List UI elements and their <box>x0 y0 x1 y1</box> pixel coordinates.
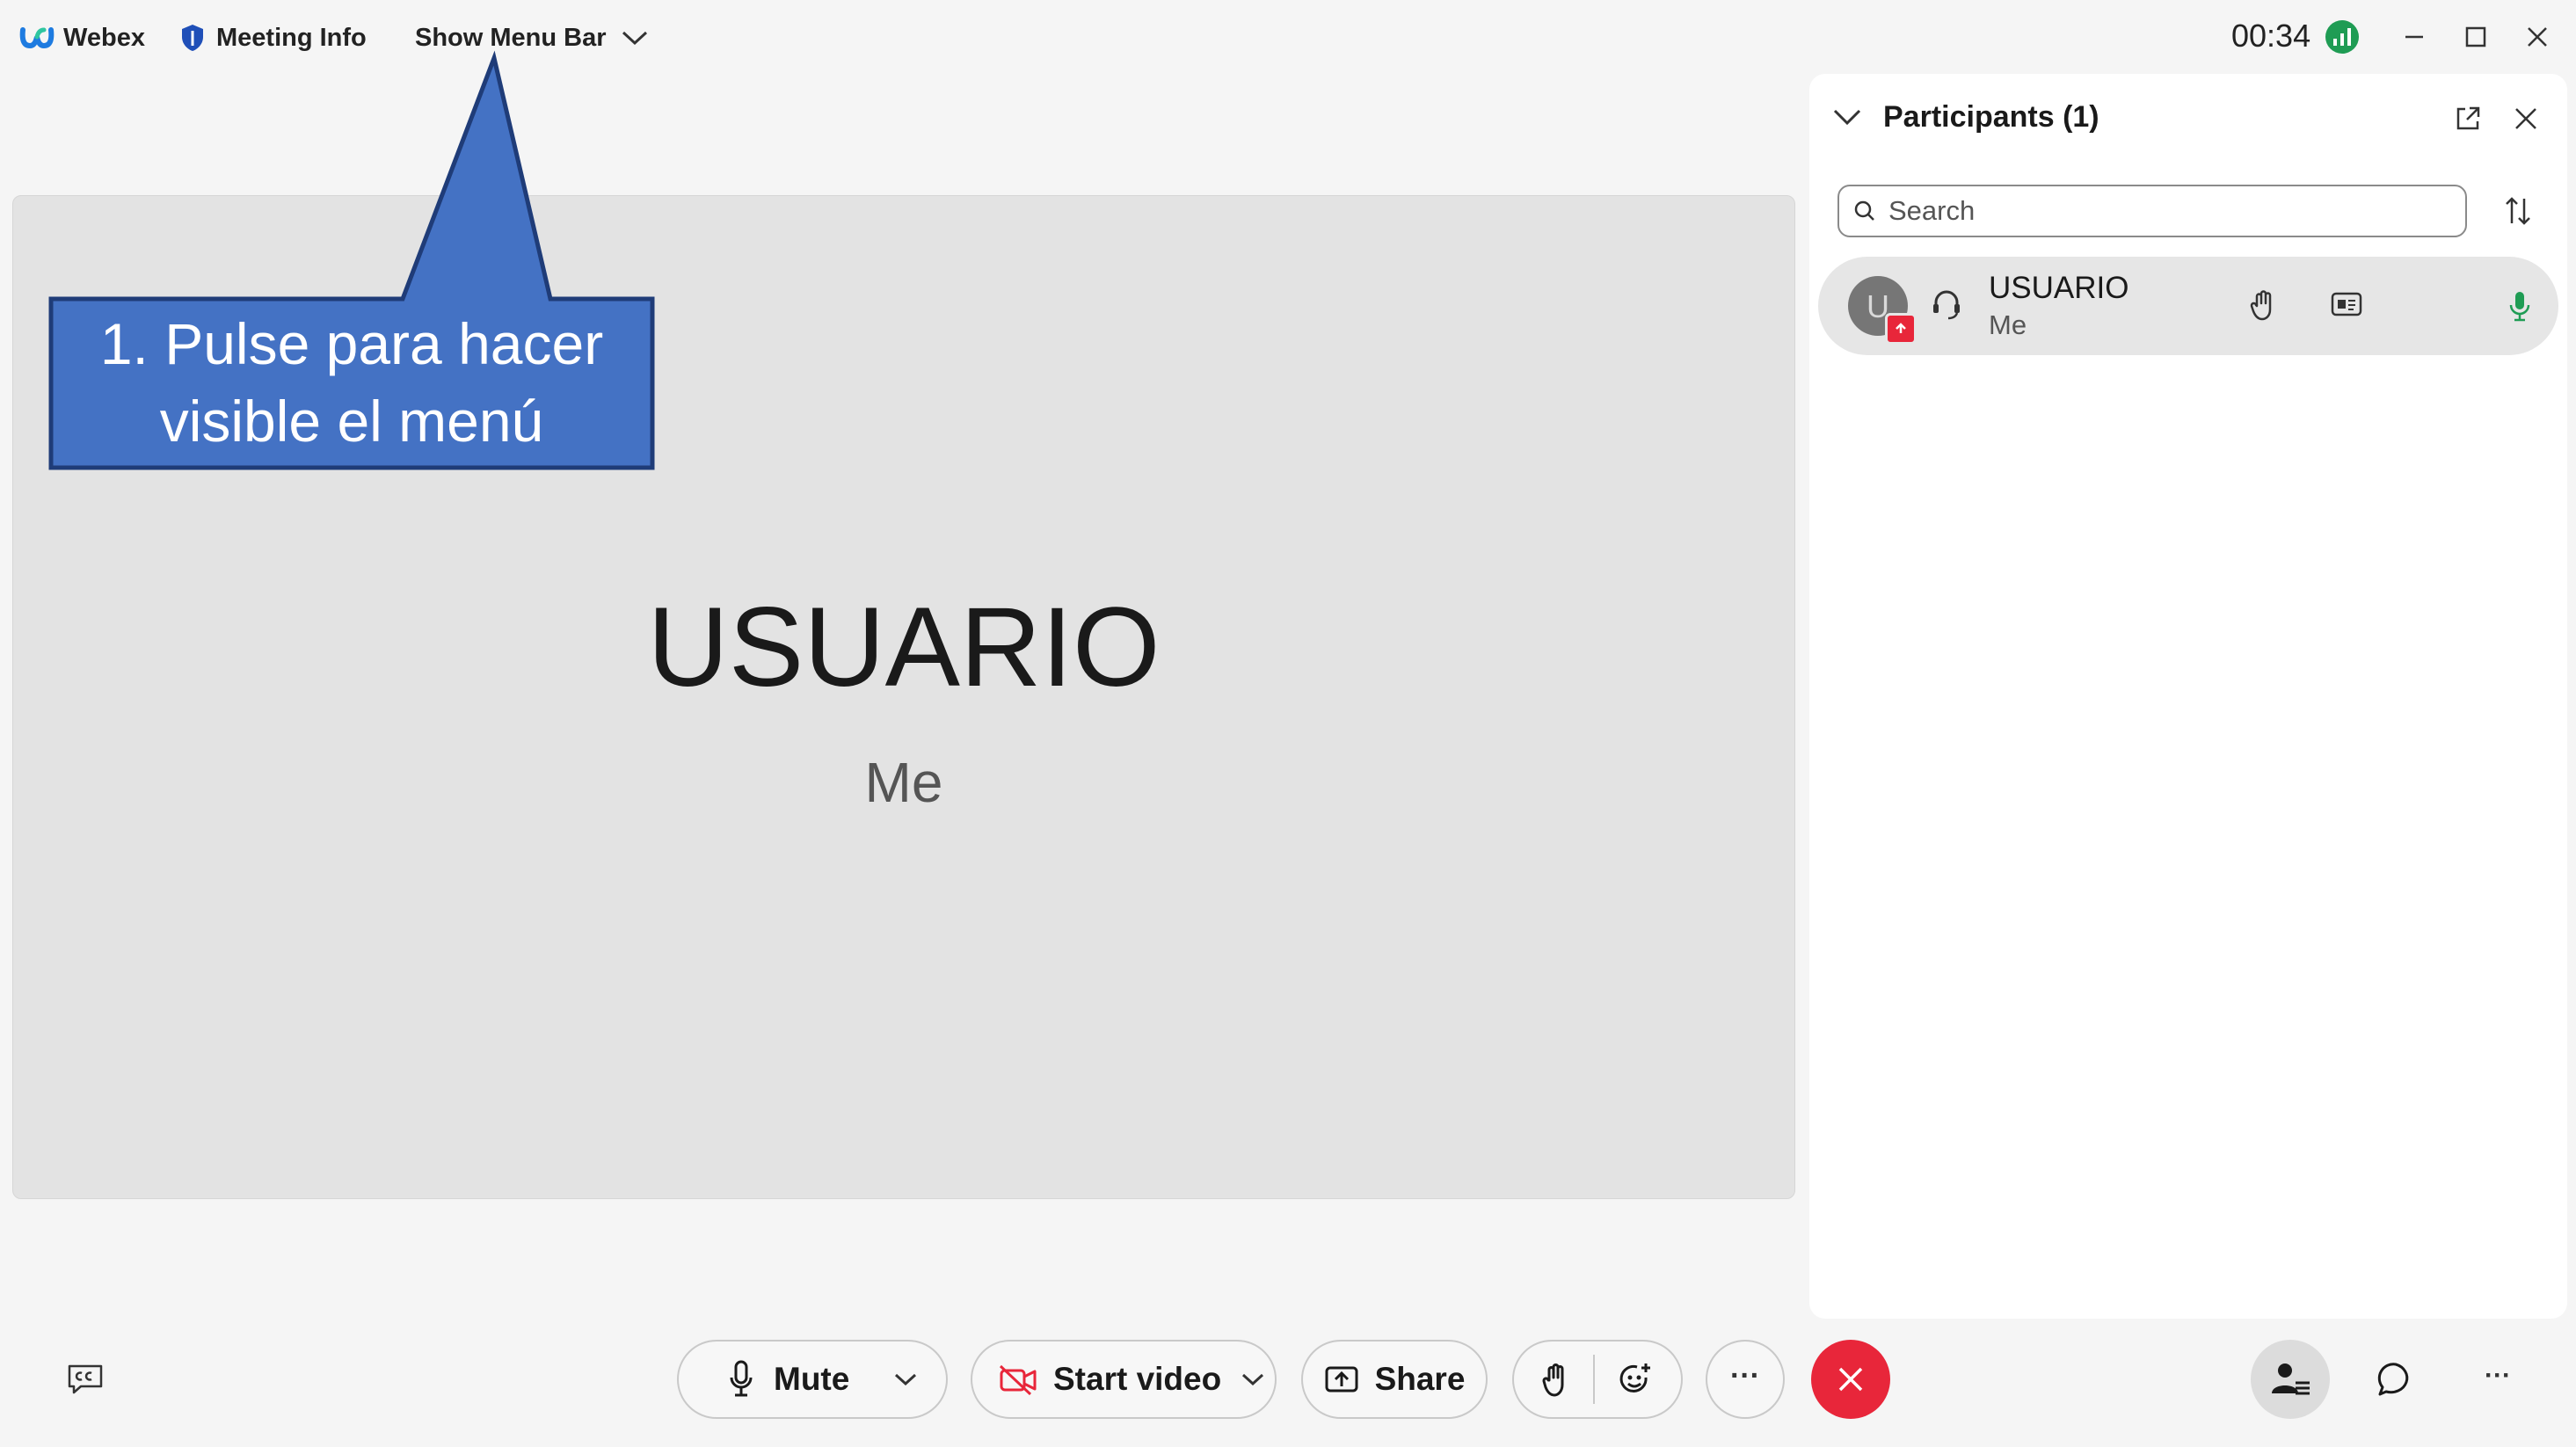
mute-label: Mute <box>774 1361 850 1397</box>
chat-button[interactable] <box>2356 1340 2435 1419</box>
raise-hand-icon[interactable] <box>1540 1361 1572 1398</box>
participants-title: Participants (1) <box>1883 100 2099 134</box>
mute-options-chevron-icon[interactable] <box>893 1371 918 1387</box>
raise-hand-icon[interactable] <box>2249 288 2277 322</box>
stage-participant-name: USUARIO <box>647 585 1161 710</box>
participants-icon <box>2269 1360 2311 1399</box>
share-button[interactable]: Share <box>1301 1340 1488 1419</box>
participants-panel: Participants (1) U <box>1809 74 2567 1319</box>
start-video-button[interactable]: Start video <box>999 1361 1221 1398</box>
minimize-icon[interactable] <box>2391 14 2437 60</box>
callout-line-2: visible el menú <box>159 389 544 454</box>
maximize-icon[interactable] <box>2453 14 2499 60</box>
participant-name: USUARIO <box>1989 271 2129 305</box>
participants-toggle-button[interactable] <box>2251 1340 2330 1419</box>
search-input[interactable] <box>1887 194 2418 228</box>
panel-close-icon[interactable] <box>2513 105 2539 132</box>
share-icon <box>1324 1364 1359 1394</box>
chat-icon <box>2376 1360 2416 1399</box>
divider <box>1593 1355 1595 1404</box>
video-options-chevron-icon[interactable] <box>1241 1371 1265 1387</box>
microphone-icon <box>728 1360 754 1399</box>
overflow-button[interactable]: ··· <box>2458 1340 2537 1419</box>
close-icon[interactable] <box>2514 14 2560 60</box>
participant-subtitle: Me <box>1989 309 2027 340</box>
collapse-chevron-icon[interactable] <box>1832 107 1862 127</box>
popout-icon[interactable] <box>2453 104 2483 134</box>
stage-participant-subtitle: Me <box>864 751 943 814</box>
caption-card-icon[interactable] <box>2330 290 2363 318</box>
more-options-button[interactable]: ··· <box>1706 1340 1785 1419</box>
share-status-icon <box>1885 313 1917 345</box>
end-call-icon <box>1836 1364 1866 1394</box>
callout-annotation: 1. Pulse para hacer visible el menú <box>53 299 651 466</box>
sort-icon[interactable] <box>2500 193 2536 229</box>
more-label: ··· <box>1730 1358 1760 1392</box>
mute-button[interactable]: Mute <box>728 1360 849 1399</box>
mute-control: Mute <box>677 1340 948 1419</box>
captions-icon[interactable] <box>65 1361 106 1396</box>
video-control: Start video <box>971 1340 1277 1419</box>
signal-icon[interactable] <box>2325 19 2360 55</box>
search-field[interactable] <box>1837 185 2467 237</box>
share-label: Share <box>1374 1361 1466 1397</box>
callout-line-1: 1. Pulse para hacer <box>99 311 604 376</box>
search-icon <box>1853 200 1876 222</box>
overflow-label: ··· <box>2485 1361 2511 1390</box>
start-video-label: Start video <box>1053 1361 1222 1397</box>
reaction-icon[interactable] <box>1616 1360 1655 1399</box>
end-call-button[interactable] <box>1811 1340 1890 1419</box>
meeting-timer: 00:34 <box>2231 18 2311 54</box>
video-off-icon <box>999 1363 1037 1395</box>
avatar: U <box>1848 276 1917 345</box>
hand-reaction-control <box>1512 1340 1683 1419</box>
participant-row[interactable]: U USUARIO Me <box>1818 257 2558 355</box>
headset-icon <box>1929 287 1964 322</box>
microphone-icon[interactable] <box>2507 290 2532 324</box>
